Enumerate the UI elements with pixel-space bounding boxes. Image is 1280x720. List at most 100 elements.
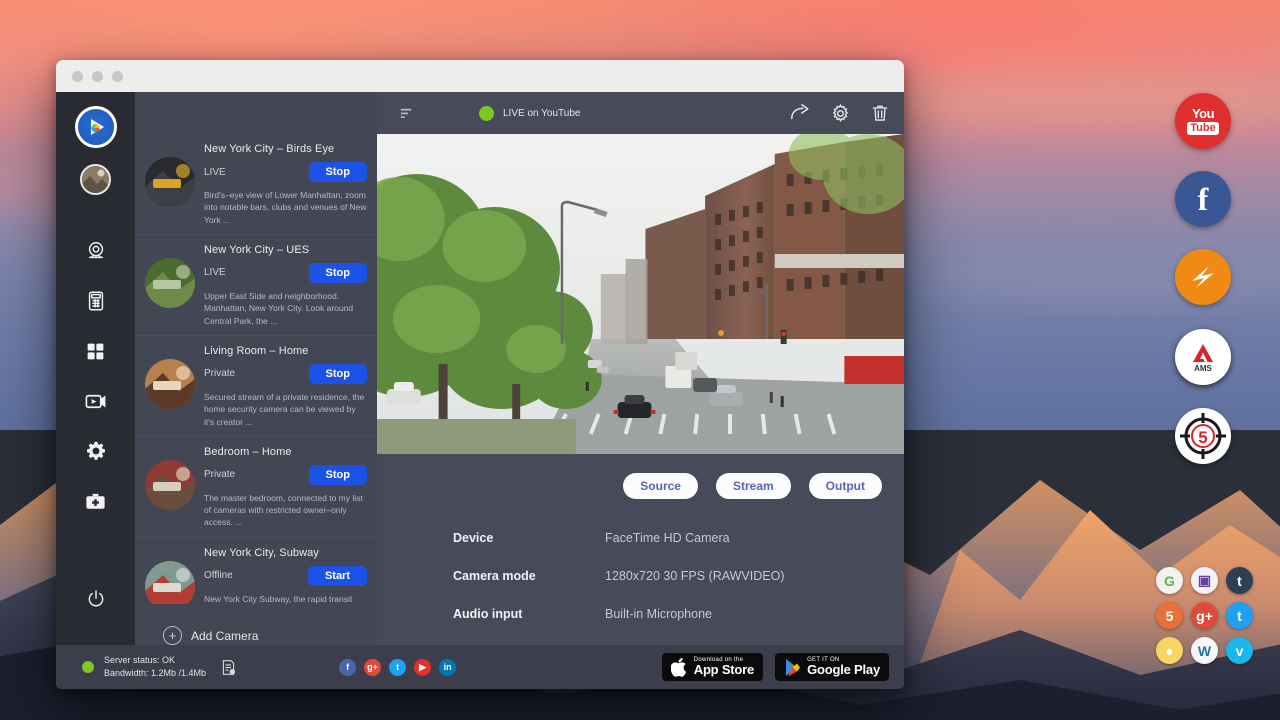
status-social-linkedin[interactable]: in xyxy=(439,659,456,676)
camera-list-item[interactable]: New York City – UESLIVEStopUpper East Si… xyxy=(135,235,377,336)
camera-thumbnail xyxy=(145,460,195,510)
spec-value[interactable]: Built-in Microphone xyxy=(605,607,712,621)
window-close-button[interactable] xyxy=(72,71,83,82)
avatar-icon xyxy=(82,166,109,193)
device-panel-icon xyxy=(85,290,107,312)
camera-action-button[interactable]: Stop xyxy=(309,263,367,283)
camera-list-item[interactable]: Bedroom – Home Private Stop The master bedr… xyxy=(135,437,377,538)
tray-icon-flickr[interactable]: ● xyxy=(1156,637,1183,664)
tray-icon-wordpress[interactable]: W xyxy=(1191,637,1218,664)
sidebar-item-cameras[interactable] xyxy=(76,231,116,271)
status-social-youtube[interactable]: ▶ xyxy=(414,659,431,676)
document-info-icon[interactable] xyxy=(220,659,237,676)
window-titlebar xyxy=(56,60,904,92)
camera-list-item[interactable]: Living Room – HomePrivateStopSecured str… xyxy=(135,336,377,437)
camera-title: Bedroom – Home xyxy=(204,446,367,458)
camera-action-button[interactable]: Start xyxy=(308,566,367,586)
tray-icon-twitter[interactable]: t xyxy=(1226,602,1253,629)
sidebar-item-settings[interactable] xyxy=(76,431,116,471)
spec-label: Audio input xyxy=(453,607,605,621)
camera-info: New York City, SubwayOfflineStartNew Yor… xyxy=(204,547,367,604)
status-social-google-plus[interactable]: g+ xyxy=(364,659,381,676)
google-play-badge[interactable]: GET IT ON Google Play xyxy=(774,652,890,682)
server-status-text: Server status: OK Bandwidth: 1.2Mb /1.4M… xyxy=(104,654,206,680)
sidebar-item-devices[interactable] xyxy=(76,281,116,321)
tray-icon-fivehundredpx[interactable]: 5 xyxy=(1156,602,1183,629)
spec-row: DeviceFaceTime HD Camera xyxy=(453,531,904,545)
camera-thumbnail-image xyxy=(145,157,195,207)
camera-thumbnail xyxy=(145,258,195,308)
adobe-a-icon xyxy=(1190,342,1216,364)
sidebar-item-player[interactable] xyxy=(76,381,116,421)
sidebar-item-support[interactable] xyxy=(76,481,116,521)
desktop-shortcut-adobe-ams[interactable]: AMS xyxy=(1175,329,1231,385)
camera-info: Bedroom – Home Private Stop The master bedr… xyxy=(204,446,367,529)
camera-thumbnail-image xyxy=(145,359,195,409)
live-status: LIVE on YouTube xyxy=(479,106,580,121)
spec-row: Audio inputBuilt-in Microphone xyxy=(453,607,904,621)
camera-status: Private xyxy=(204,469,235,480)
share-icon[interactable] xyxy=(789,102,811,124)
play-logo-icon xyxy=(83,114,109,140)
sidebar-app-logo[interactable] xyxy=(75,106,117,148)
app-store-badge[interactable]: Download on the App Store xyxy=(661,652,764,682)
camera-thumbnail xyxy=(145,157,195,207)
toolbar: LIVE on YouTube xyxy=(377,92,904,134)
gear-icon[interactable] xyxy=(830,103,851,124)
desktop-shortcut-wowza[interactable] xyxy=(1175,249,1231,305)
main-panel: LIVE on YouTube xyxy=(377,92,904,645)
add-camera-button[interactable]: + Add Camera xyxy=(135,604,377,645)
tab-source[interactable]: Source xyxy=(623,473,698,499)
spec-label: Camera mode xyxy=(453,569,605,583)
status-social-facebook[interactable]: f xyxy=(339,659,356,676)
desktop-shortcut-five-target[interactable]: 5 xyxy=(1175,408,1231,464)
camera-description: The master bedroom, connected to my list… xyxy=(204,492,367,529)
document-info-glyph xyxy=(220,659,237,676)
desktop-shortcut-youtube[interactable]: You Tube xyxy=(1175,93,1231,149)
status-social-twitter[interactable]: t xyxy=(389,659,406,676)
sort-list-icon[interactable] xyxy=(391,106,421,121)
desktop-shortcut-facebook[interactable]: f xyxy=(1175,171,1231,227)
tray-icon-vimeo[interactable]: v xyxy=(1226,637,1253,664)
camera-list-item[interactable]: New York City, SubwayOfflineStartNew Yor… xyxy=(135,538,377,604)
target-five-icon: 5 xyxy=(1178,411,1228,461)
tray-icon-grooveshark[interactable]: G xyxy=(1156,567,1183,594)
spec-value[interactable]: FaceTime HD Camera xyxy=(605,531,730,545)
google-play-text: GET IT ON Google Play xyxy=(807,657,880,677)
spec-value[interactable]: 1280x720 30 FPS (RAWVIDEO) xyxy=(605,569,784,583)
adobe-ams-mark: AMS xyxy=(1190,342,1216,373)
spec-label: Device xyxy=(453,531,605,545)
facebook-f-glyph: f xyxy=(1198,181,1209,218)
server-status-dot xyxy=(82,661,94,673)
tray-icon-twitch[interactable]: ▣ xyxy=(1191,567,1218,594)
camera-status: LIVE xyxy=(204,167,226,178)
google-play-big: Google Play xyxy=(807,663,880,677)
spec-row: Camera mode1280x720 30 FPS (RAWVIDEO) xyxy=(453,569,904,583)
camera-list-item[interactable]: New York City – Birds EyeLIVEStopBird's–… xyxy=(135,134,377,235)
camera-action-button[interactable]: Stop xyxy=(309,162,367,182)
sort-list-glyph xyxy=(399,106,414,121)
tray-icon-tumblr[interactable]: t xyxy=(1226,567,1253,594)
video-preview[interactable] xyxy=(377,134,904,454)
sidebar-item-dashboard[interactable] xyxy=(76,331,116,371)
camera-thumbnail-image xyxy=(145,258,195,308)
camera-action-button[interactable]: Stop xyxy=(309,465,367,485)
window-zoom-button[interactable] xyxy=(112,71,123,82)
trash-icon[interactable] xyxy=(870,103,890,123)
tab-stream[interactable]: Stream xyxy=(716,473,791,499)
sidebar-item-power[interactable] xyxy=(76,579,116,619)
window-minimize-button[interactable] xyxy=(92,71,103,82)
tray-icon-google-plus[interactable]: g+ xyxy=(1191,602,1218,629)
camera-list-header xyxy=(135,92,377,134)
youtube-you-text: You xyxy=(1192,107,1214,120)
camera-status-row: Private Stop xyxy=(204,465,367,485)
grid-icon xyxy=(85,341,106,362)
trash-glyph xyxy=(870,103,890,123)
camera-action-button[interactable]: Stop xyxy=(309,364,367,384)
svg-text:5: 5 xyxy=(1198,428,1207,447)
camera-description: New York City Subway, the rapid transit … xyxy=(204,593,367,604)
tab-output[interactable]: Output xyxy=(809,473,882,499)
plus-circle-icon: + xyxy=(163,626,182,645)
lightning-bolt-icon xyxy=(1183,257,1223,297)
sidebar-avatar[interactable] xyxy=(80,164,111,195)
